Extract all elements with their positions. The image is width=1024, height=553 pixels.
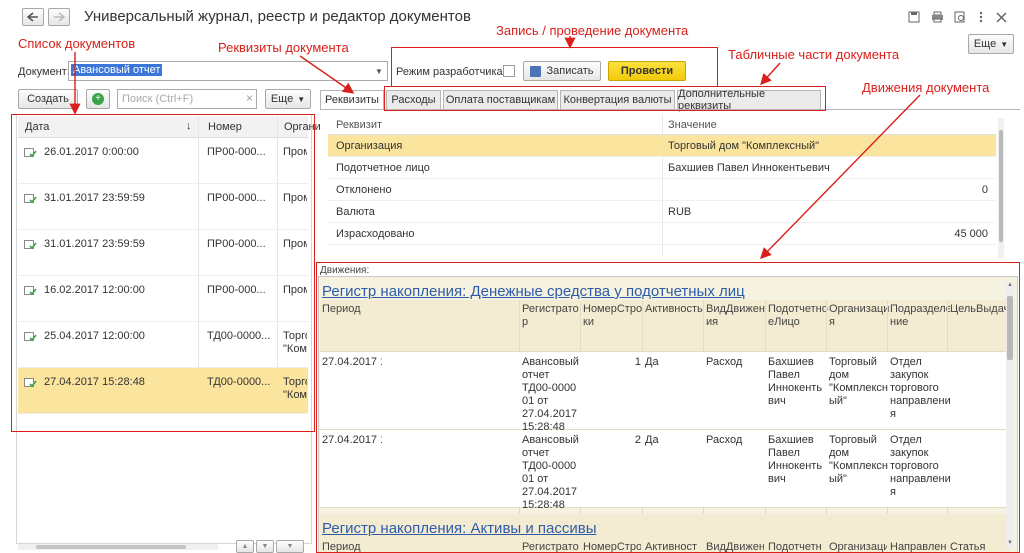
annotation-arrows — [69, 36, 921, 260]
arrow-table-parts — [760, 62, 781, 86]
arrow-movements — [760, 94, 921, 260]
arrow-requisites — [299, 55, 355, 94]
